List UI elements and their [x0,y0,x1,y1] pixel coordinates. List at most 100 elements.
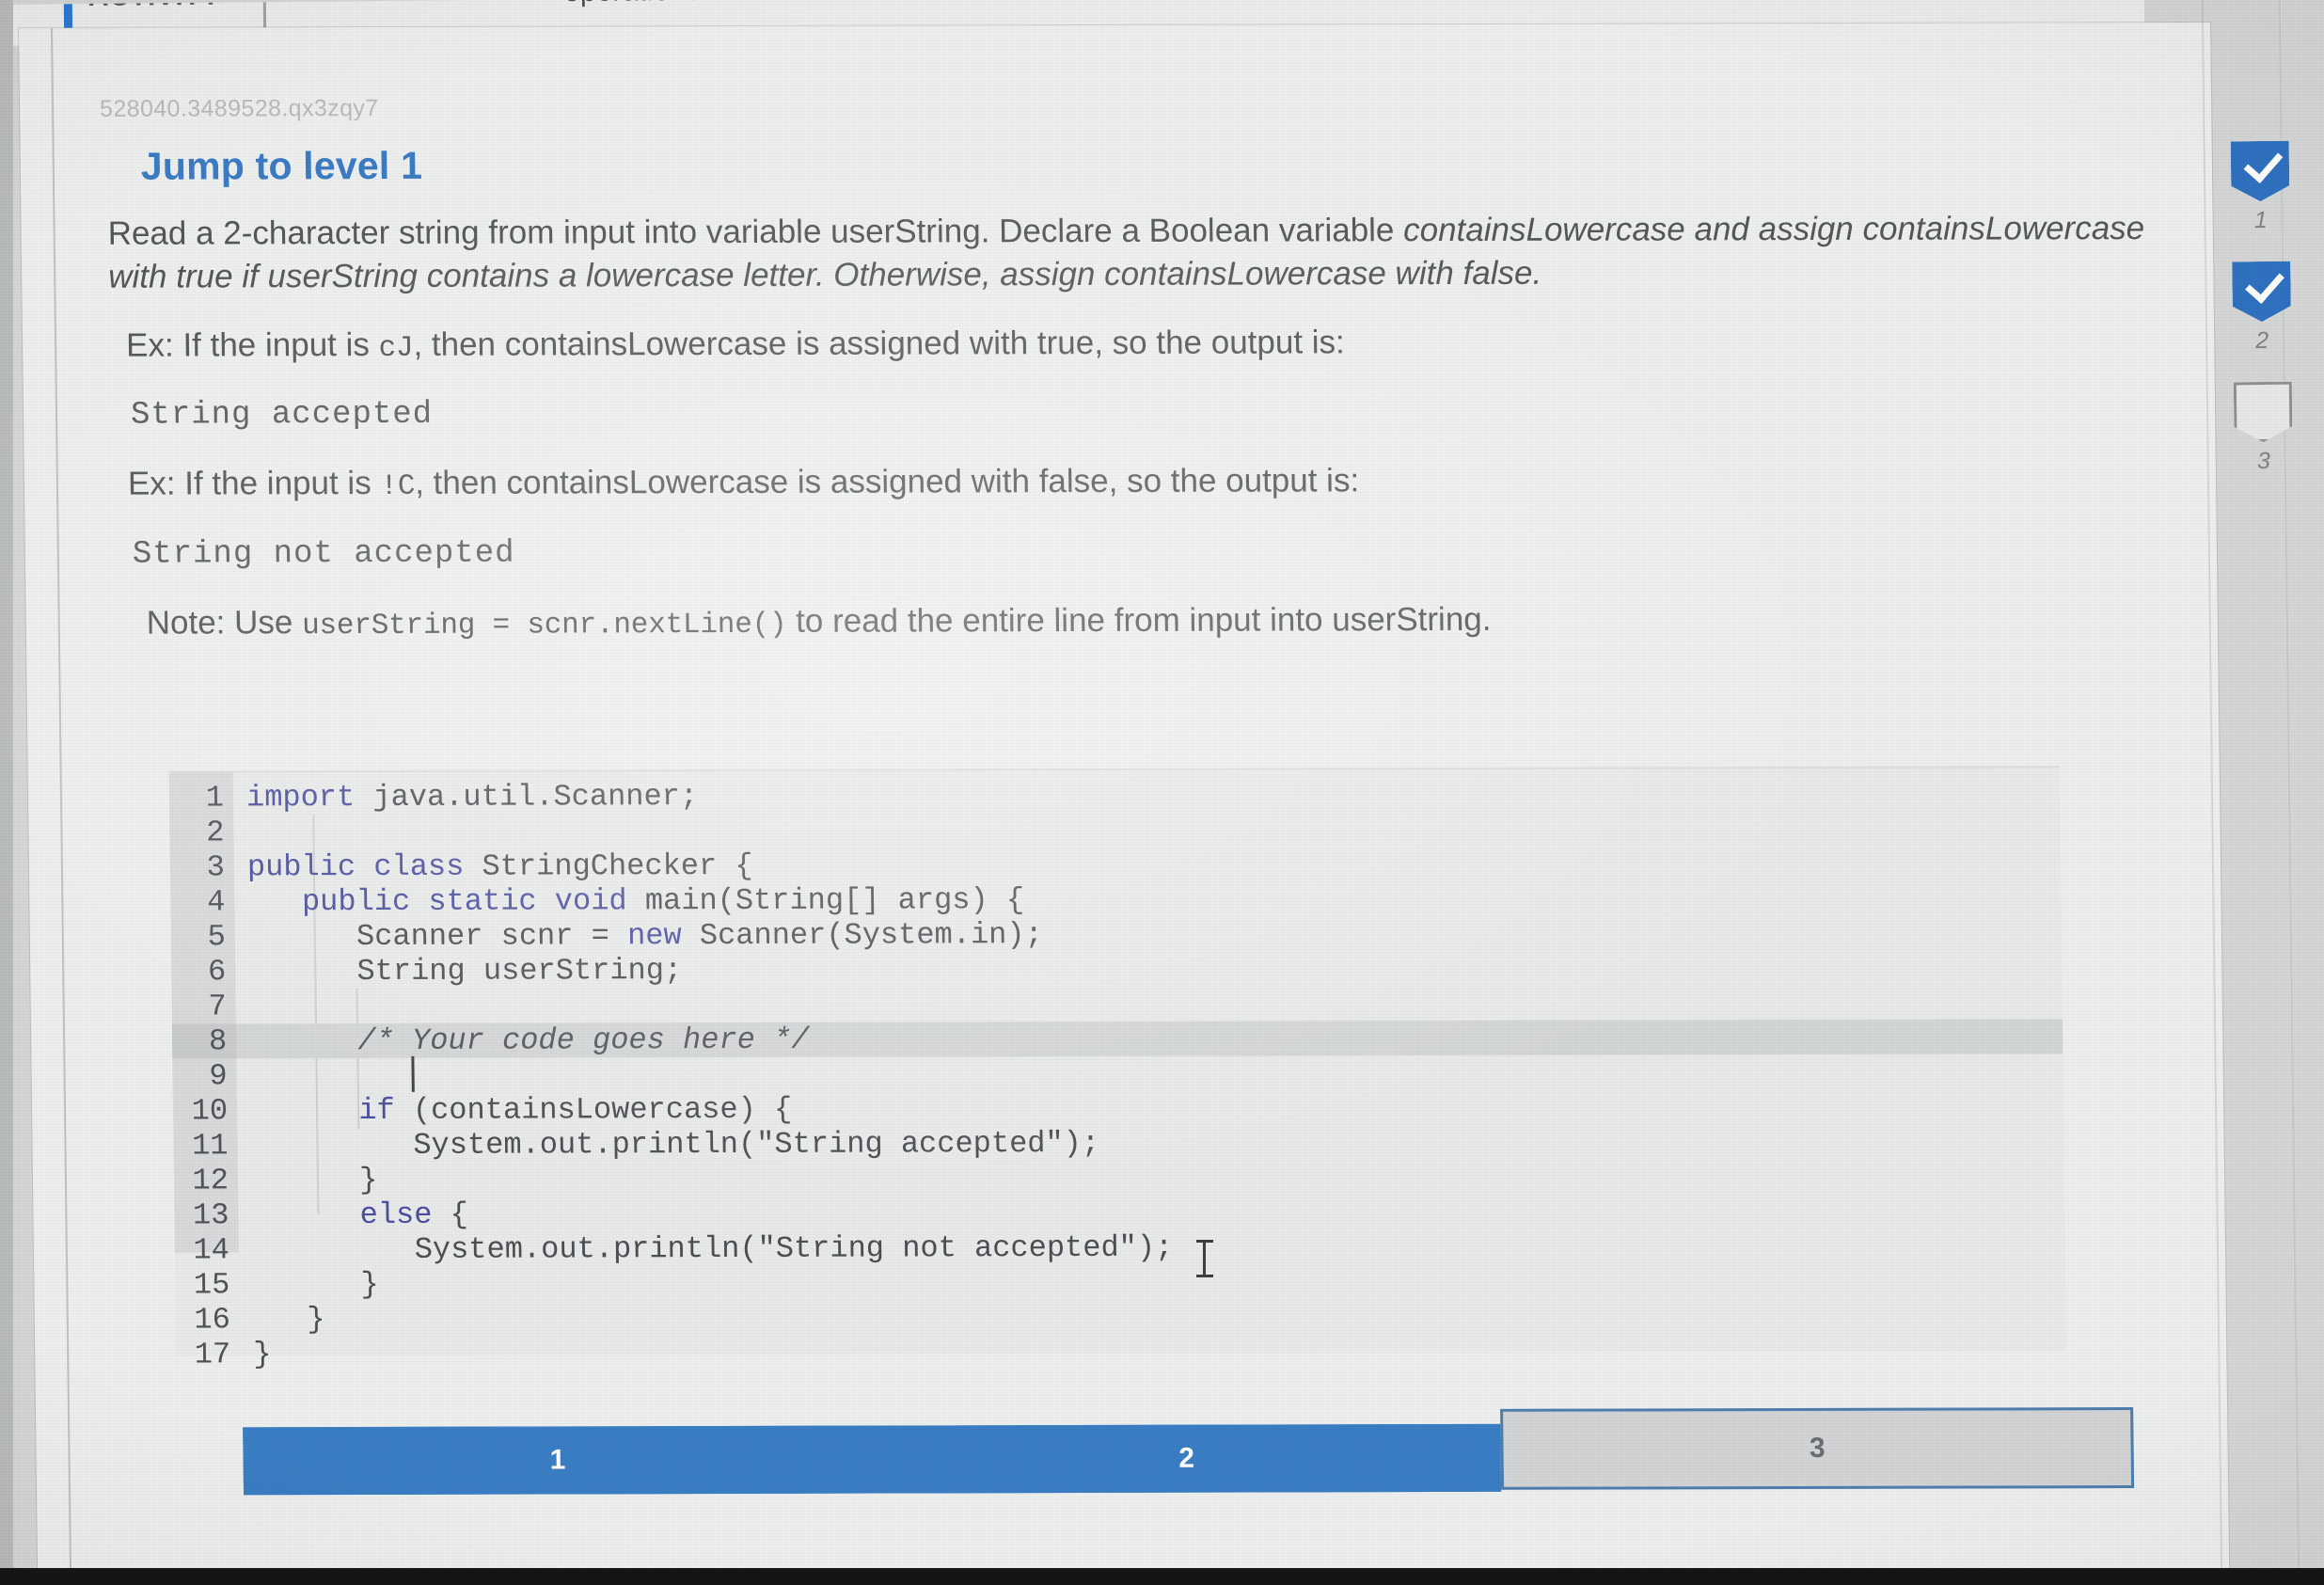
level-badge-number: 3 [2256,447,2270,475]
code-line[interactable]: 11 System.out.println("String accepted")… [173,1123,2064,1164]
progress-segment-3[interactable]: 3 [1500,1407,2135,1490]
note-code: userString = scnr.nextLine() [301,608,787,643]
code-line-text: } [240,1302,325,1337]
checkmark-badge-icon [2231,141,2290,202]
code-line[interactable]: 4 public static void main(String[] args)… [170,880,2062,919]
empty-badge-icon [2234,382,2293,443]
line-number: 2 [206,815,225,850]
code-line-list[interactable]: 1 import java.util.Scanner; 2 3 public class… [169,775,2067,1371]
description-plain: Read a 2-character string from input int… [107,212,1404,252]
progress-segment-1[interactable]: 1 [243,1425,873,1496]
line-number: 11 [191,1128,229,1164]
code-text: System.out.println("String not accepted"… [251,1229,1174,1268]
code-line-text: System.out.println("String not accepted"… [239,1229,1174,1268]
code-line-text: /* Your code goes here */ [236,1022,810,1059]
photographed-screen: ACTIVITY operations. 528040.3489528.qx3z… [0,0,2324,1585]
code-text: java.util.Scanner; [355,779,699,816]
level-progress-bar[interactable]: 123 [243,1407,2135,1496]
code-line[interactable]: 8 /* Your code goes here */ [171,1019,2063,1059]
code-line-text: } [240,1337,272,1371]
line-number: 15 [193,1267,230,1303]
code-line-text: } [239,1267,379,1302]
code-line[interactable]: 14 System.out.println("String not accept… [175,1228,2066,1268]
code-text: Scanner(System.in); [681,917,1044,954]
note-prefix: Note: Use [146,604,303,642]
example-1-prefix: Ex: If the input is [125,325,379,364]
code-line-text: } [238,1163,378,1197]
example-1-output: String accepted [130,397,434,434]
level-badge-2[interactable]: 2 [2205,261,2319,382]
code-line[interactable]: 13 else { [174,1193,2065,1233]
code-line[interactable]: 10 if (containsLowercase) { [173,1088,2064,1129]
text-cursor-icon [1196,1240,1213,1277]
line-number: 13 [192,1197,229,1233]
level-badge-3[interactable]: 3 [2206,381,2321,502]
level-badge-number: 2 [2255,326,2269,355]
photo-bottom-border [0,1568,2324,1585]
check-icon [2244,143,2284,183]
code-line[interactable]: 1 import java.util.Scanner; [169,775,2061,815]
example-2-text: Ex: If the input is !C, then containsLow… [111,458,2153,508]
code-text: } [253,1337,272,1372]
code-line[interactable]: 17} [176,1332,2067,1371]
progress-segment-2[interactable]: 2 [871,1423,1502,1494]
code-line-text: if (containsLowercase) { [237,1091,793,1129]
problem-description: Read a 2-character string from input int… [107,207,2154,673]
note-suffix: to read the entire line from input into … [786,600,1492,640]
check-icon [2245,263,2284,304]
code-text: String userString; [248,953,683,990]
line-number: 7 [208,989,227,1024]
text-caret [411,1055,415,1092]
code-text: main(String[] args) { [626,882,1025,919]
note-text: Note: Use userString = scnr.nextLine() t… [112,596,2154,646]
activity-id: 528040.3489528.qx3zqy7 [99,94,379,122]
code-line[interactable]: 15 } [175,1262,2066,1303]
code-line-text: else { [238,1197,468,1233]
page-title: Jump to level 1 [140,143,423,188]
photo-left-border [0,0,13,1585]
code-line[interactable]: 7 [171,984,2063,1023]
code-editor[interactable]: 1 import java.util.Scanner; 2 3 public class… [168,766,2067,1371]
code-line-text: String userString; [235,953,682,989]
code-line[interactable]: 9 [172,1054,2063,1093]
code-keyword: if [358,1092,395,1129]
level-badge-1[interactable]: 1 [2204,140,2318,262]
example-2-output: String not accepted [132,535,515,573]
code-line-text: System.out.println("String accepted"); [237,1126,1099,1163]
code-line-text: import java.util.Scanner; [233,779,699,815]
example-2-prefix: Ex: If the input is [127,465,381,503]
code-text: } [252,1266,379,1303]
line-number: 5 [207,919,227,955]
line-number: 12 [192,1163,229,1198]
code-keyword: import [245,780,356,816]
example-1-input: cJ [378,331,414,365]
code-keyword: public static void [301,883,627,920]
code-text: (containsLowercase) { [394,1091,793,1128]
example-1-suffix: , then containsLowercase is assigned wit… [413,324,1345,363]
example-2-input: !C [380,470,416,504]
line-number: 16 [194,1302,231,1338]
line-number: 14 [193,1232,230,1268]
line-number: 8 [171,1023,237,1059]
code-line[interactable]: 2 [169,810,2061,849]
card-left-rule [51,27,72,1585]
code-line[interactable]: 6 String userString; [171,949,2063,989]
code-text: System.out.println("String accepted"); [250,1125,1100,1164]
example-2-suffix: , then containsLowercase is assigned wit… [414,462,1360,502]
line-number: 9 [209,1058,228,1094]
code-text: Scanner scnr = [247,918,628,955]
code-line[interactable]: 3 public class StringChecker { [170,845,2062,885]
code-line[interactable]: 16 } [176,1297,2067,1337]
description-paragraph: Read a 2-character string from input int… [107,207,2149,298]
line-number: 4 [206,884,226,920]
code-keyword: new [626,918,682,954]
clipped-activity-label: ACTIVITY [88,0,221,13]
code-comment: /* Your code goes here */ [357,1022,810,1059]
line-number: 3 [206,849,226,885]
code-line[interactable]: 5 Scanner scnr = new Scanner(System.in); [171,914,2063,954]
code-line[interactable]: 12 } [174,1158,2065,1198]
code-keyword: public class [246,848,465,885]
level-badge-number: 1 [2253,206,2268,234]
